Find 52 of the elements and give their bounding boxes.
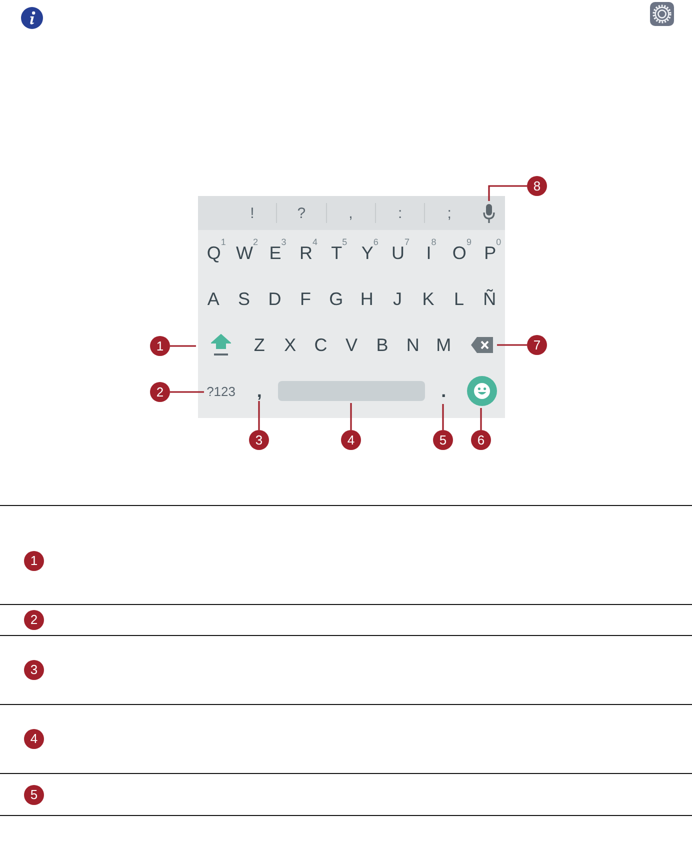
info-icon <box>21 7 43 29</box>
leader-line <box>488 185 527 201</box>
callout-badge: 6 <box>471 430 491 450</box>
suggestion-key[interactable]: ! <box>250 206 254 220</box>
callout-badge: 2 <box>150 382 170 402</box>
letter-key[interactable]: D <box>268 290 282 308</box>
leader-line <box>442 404 444 430</box>
suggestion-key[interactable]: , <box>348 206 353 220</box>
letter-key[interactable]: C <box>314 336 328 354</box>
callout-badge: 8 <box>527 176 547 196</box>
letter-key[interactable]: N <box>406 336 420 354</box>
letter-key[interactable]: J <box>393 290 402 308</box>
callout-badge: 3 <box>249 430 269 450</box>
punctuation-key[interactable]: . <box>441 382 446 400</box>
letter-key[interactable]: B <box>376 336 388 354</box>
leader-line <box>258 401 260 430</box>
backspace-icon[interactable] <box>470 337 493 353</box>
emoji-icon[interactable] <box>466 376 497 406</box>
symbols-key[interactable]: ?123 <box>206 384 236 398</box>
microphone-icon[interactable] <box>483 204 496 222</box>
callout-badge: 5 <box>433 430 453 450</box>
leader-line <box>170 345 196 347</box>
letter-key[interactable]: A <box>207 290 220 308</box>
suggestion-key[interactable]: ? <box>297 206 306 220</box>
number-badge: 4 <box>24 729 44 749</box>
letter-key[interactable]: X <box>284 336 296 354</box>
letter-key[interactable]: F <box>300 290 311 308</box>
number-badge: 5 <box>24 784 44 804</box>
letter-key[interactable]: H <box>360 290 374 308</box>
letter-key[interactable]: L <box>454 290 464 308</box>
shift-icon[interactable] <box>211 334 232 356</box>
number-badge: 2 <box>24 610 44 630</box>
letter-key[interactable]: S <box>238 290 250 308</box>
letter-key[interactable]: G <box>329 290 344 308</box>
callout-badge: 7 <box>527 335 547 355</box>
settings-icon[interactable] <box>650 2 674 26</box>
leader-line <box>350 403 352 430</box>
punctuation-key[interactable]: , <box>256 382 262 400</box>
callout-badge: 4 <box>341 430 361 450</box>
letter-key[interactable]: Z <box>254 336 265 354</box>
letter-key[interactable]: V <box>345 336 358 354</box>
letter-key[interactable]: Ñ <box>483 290 496 308</box>
letter-key[interactable]: K <box>422 290 434 308</box>
letter-key[interactable]: M <box>436 336 452 354</box>
suggestion-key[interactable]: ; <box>447 206 452 220</box>
callout-badge: 1 <box>150 336 170 356</box>
leader-line <box>170 391 204 393</box>
leader-line <box>497 344 527 346</box>
number-badge: 3 <box>24 660 44 680</box>
number-badge: 1 <box>24 550 44 570</box>
leader-line <box>480 408 482 430</box>
suggestion-key[interactable]: : <box>398 206 402 220</box>
